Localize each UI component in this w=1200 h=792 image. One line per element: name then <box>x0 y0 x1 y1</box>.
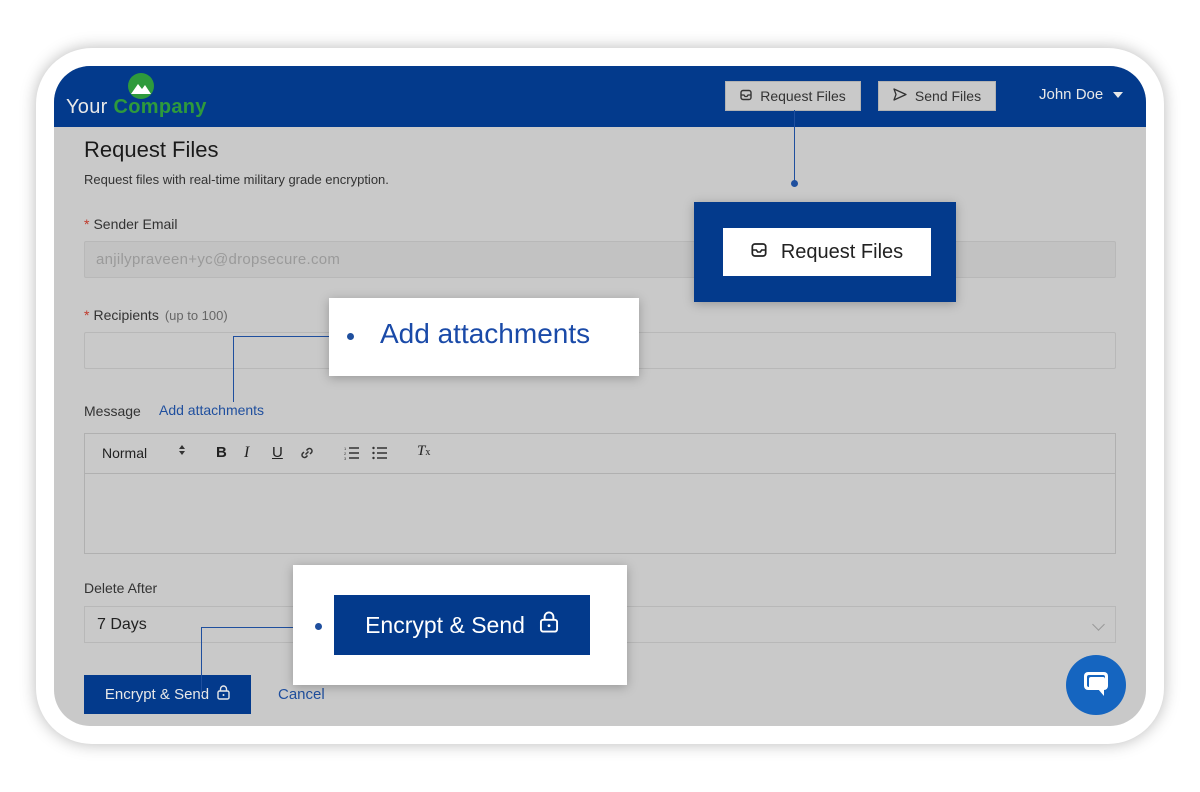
callout-connector-dot <box>315 623 322 630</box>
company-logo[interactable]: Your Company <box>66 96 207 119</box>
chat-widget-button[interactable] <box>1066 655 1126 715</box>
callout-add-attachments-label: Add attachments <box>380 318 591 349</box>
nav-send-files-button[interactable]: Send Files <box>878 81 996 111</box>
editor-toolbar: Normal B I U 123 Tx <box>85 434 1115 474</box>
message-editor[interactable]: Normal B I U 123 Tx <box>84 433 1116 554</box>
nav-request-files-label: Request Files <box>760 88 846 104</box>
lock-icon <box>539 611 559 639</box>
link-icon[interactable] <box>299 445 315 465</box>
lock-icon <box>217 685 230 704</box>
recipients-label: * Recipients (up to 100) <box>84 307 228 323</box>
bold-icon[interactable]: B <box>216 444 227 461</box>
required-marker: * <box>84 307 90 323</box>
chevron-down-icon <box>1113 91 1124 98</box>
underline-icon[interactable]: U <box>272 444 283 461</box>
select-arrows-icon <box>178 443 186 461</box>
top-navbar: Your Company Request Files Send Files Jo… <box>54 66 1146 127</box>
logo-prefix: Your <box>66 96 108 118</box>
callout-request-files-button: Request Files <box>723 228 931 276</box>
callout-connector-line <box>201 627 202 695</box>
add-attachments-link[interactable]: Add attachments <box>159 402 264 418</box>
page-title: Request Files <box>84 137 219 162</box>
callout-connector-line <box>794 110 795 184</box>
bullet-list-icon[interactable] <box>372 446 388 464</box>
page-subtitle: Request files with real-time military gr… <box>84 172 389 187</box>
delete-after-value: 7 Days <box>97 616 147 633</box>
required-marker: * <box>84 216 90 232</box>
recipients-hint: (up to 100) <box>164 308 228 323</box>
send-icon <box>893 88 907 104</box>
callout-connector-dot <box>791 180 798 187</box>
encrypt-send-label: Encrypt & Send <box>104 686 210 703</box>
ordered-list-icon[interactable]: 123 <box>344 446 360 464</box>
user-name: John Doe <box>1039 86 1104 103</box>
sender-email-field[interactable]: anjilypraveen+yc@dropsecure.com <box>84 241 1116 278</box>
svg-text:3: 3 <box>344 456 347 460</box>
callout-request-files-label: Request Files <box>780 240 904 263</box>
chevron-down-icon <box>1092 618 1105 631</box>
cancel-button[interactable]: Cancel <box>278 686 325 703</box>
delete-after-label: Delete After <box>84 580 158 596</box>
chat-bubble-icon <box>1084 672 1108 696</box>
callout-encrypt-send-label: Encrypt & Send <box>365 611 525 638</box>
callout-encrypt-send-button: Encrypt & Send <box>334 595 590 655</box>
encrypt-send-callout: Encrypt & Send <box>293 565 627 685</box>
clear-format-icon[interactable]: Tx <box>417 443 430 460</box>
logo-accent: Company <box>113 96 207 118</box>
encrypt-send-button[interactable]: Encrypt & Send <box>84 675 251 714</box>
nav-send-files-label: Send Files <box>914 88 982 104</box>
request-files-callout: Request Files <box>694 202 956 302</box>
inbox-icon <box>751 241 767 264</box>
format-select[interactable]: Normal <box>102 445 147 461</box>
inbox-icon <box>740 88 752 104</box>
message-label: Message <box>84 403 141 419</box>
user-menu[interactable]: John Doe <box>1039 86 1124 103</box>
sender-email-label: * Sender Email <box>84 216 178 232</box>
italic-icon[interactable]: I <box>244 444 249 462</box>
nav-request-files-button[interactable]: Request Files <box>725 81 861 111</box>
callout-connector-dot <box>347 333 354 340</box>
callout-connector-line <box>233 336 234 402</box>
add-attachments-callout: Add attachments <box>329 298 639 376</box>
